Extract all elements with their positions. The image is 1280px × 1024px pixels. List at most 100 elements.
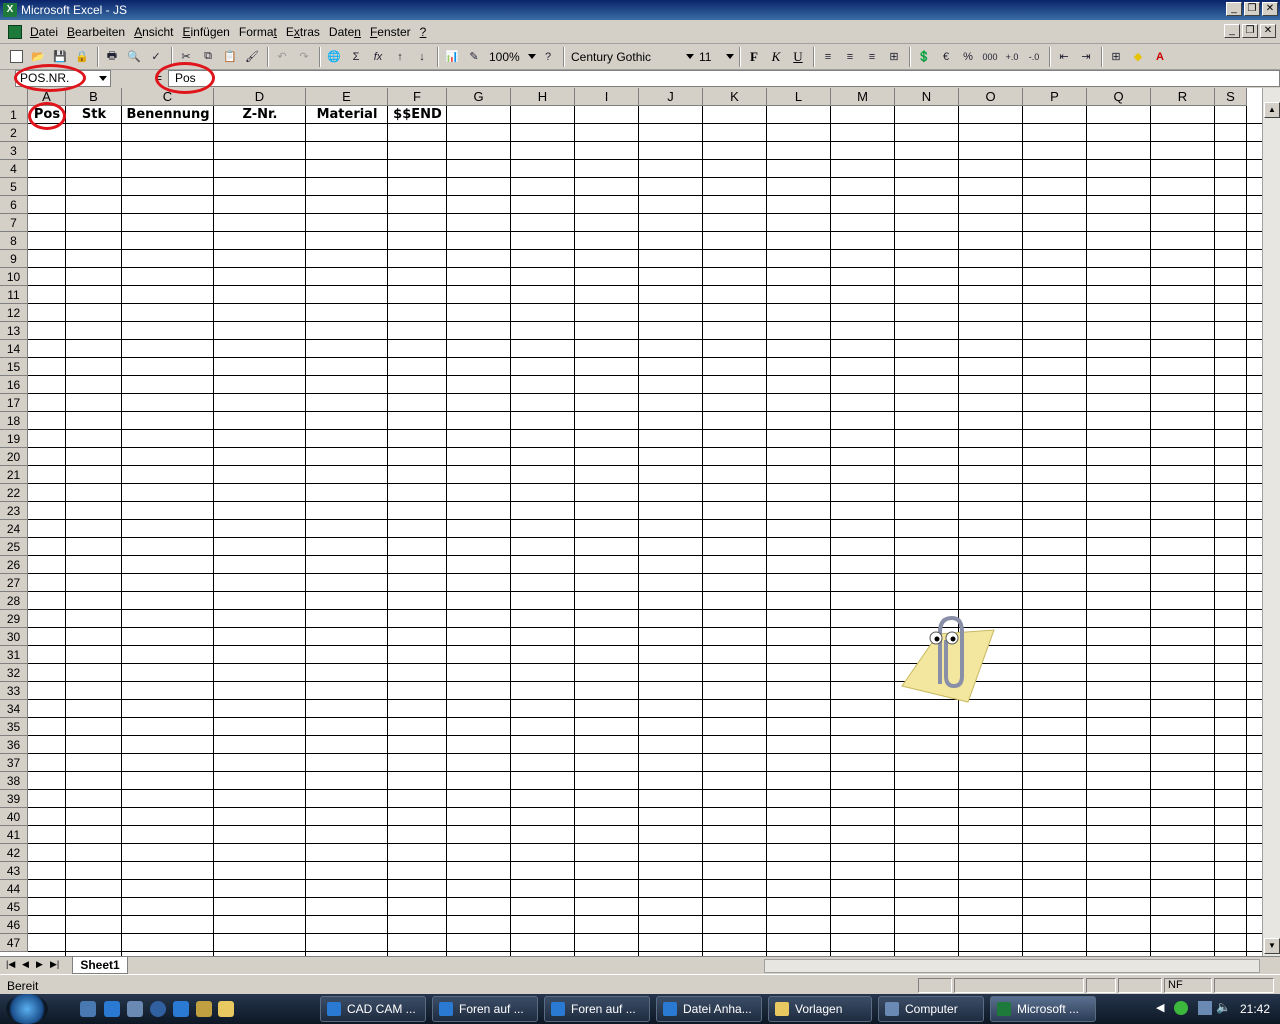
column-header[interactable]: D bbox=[214, 88, 306, 106]
row-header[interactable]: 8 bbox=[0, 232, 28, 250]
prev-sheet-icon[interactable]: ◀ bbox=[22, 959, 29, 970]
row-header[interactable]: 3 bbox=[0, 142, 28, 160]
font-size-select[interactable]: 11 bbox=[696, 47, 736, 66]
font-color-icon[interactable]: A bbox=[1150, 47, 1170, 67]
ie-icon[interactable] bbox=[104, 1001, 120, 1017]
taskbar-button[interactable]: Foren auf ... bbox=[432, 996, 538, 1022]
row-header[interactable]: 25 bbox=[0, 538, 28, 556]
decrease-indent-icon[interactable]: ⇤ bbox=[1054, 47, 1074, 67]
column-header[interactable]: R bbox=[1151, 88, 1215, 106]
start-button[interactable] bbox=[6, 994, 48, 1024]
thousands-icon[interactable]: 000 bbox=[980, 47, 1000, 67]
column-header[interactable]: S bbox=[1215, 88, 1247, 106]
worksheet-grid[interactable]: A B C D E F G H I J K L M N O P Q R S 1 2 3 4 5 6 7 8 9 10 11 12 13 14 15… bbox=[0, 88, 1262, 956]
row-header[interactable]: 29 bbox=[0, 610, 28, 628]
menu-item[interactable]: Ansicht bbox=[134, 25, 173, 39]
function-icon[interactable]: fx bbox=[368, 47, 388, 67]
row-header[interactable]: 45 bbox=[0, 898, 28, 916]
last-sheet-icon[interactable]: ▶| bbox=[50, 959, 59, 970]
column-header[interactable]: I bbox=[575, 88, 639, 106]
scroll-down-icon[interactable]: ▼ bbox=[1264, 938, 1280, 954]
office-assistant-clippy[interactable] bbox=[898, 614, 998, 704]
row-header[interactable]: 27 bbox=[0, 574, 28, 592]
hyperlink-icon[interactable]: 🌐 bbox=[324, 47, 344, 67]
vertical-scrollbar[interactable]: ▲ ▼ bbox=[1262, 88, 1280, 956]
row-header[interactable]: 2 bbox=[0, 124, 28, 142]
row-header[interactable]: 12 bbox=[0, 304, 28, 322]
increase-indent-icon[interactable]: ⇥ bbox=[1076, 47, 1096, 67]
taskbar-button[interactable]: Computer bbox=[878, 996, 984, 1022]
doc-minimize-button[interactable]: _ bbox=[1224, 24, 1240, 38]
column-header[interactable]: L bbox=[767, 88, 831, 106]
font-name-select[interactable]: Century Gothic bbox=[568, 47, 696, 66]
spellcheck-icon[interactable]: ✓ bbox=[146, 47, 166, 67]
row-header[interactable]: 9 bbox=[0, 250, 28, 268]
row-header[interactable]: 31 bbox=[0, 646, 28, 664]
column-header[interactable]: N bbox=[895, 88, 959, 106]
row-header[interactable]: 46 bbox=[0, 916, 28, 934]
sort-descending-icon[interactable]: ↓ bbox=[412, 47, 432, 67]
drawing-icon[interactable]: ✎ bbox=[464, 47, 484, 67]
restore-button[interactable]: ❐ bbox=[1244, 2, 1260, 16]
row-header[interactable]: 18 bbox=[0, 412, 28, 430]
new-icon[interactable] bbox=[6, 47, 26, 67]
row-header[interactable]: 40 bbox=[0, 808, 28, 826]
folder-icon[interactable] bbox=[218, 1001, 234, 1017]
increase-decimal-icon[interactable]: +.0 bbox=[1002, 47, 1022, 67]
help-icon[interactable]: ? bbox=[538, 47, 558, 67]
permission-icon[interactable]: 🔒 bbox=[72, 47, 92, 67]
zoom-select[interactable]: 100% bbox=[486, 47, 538, 66]
row-header[interactable]: 33 bbox=[0, 682, 28, 700]
media-player-icon[interactable] bbox=[150, 1001, 166, 1017]
row-header[interactable]: 24 bbox=[0, 520, 28, 538]
header-cell[interactable]: Stk bbox=[66, 106, 122, 124]
clock[interactable]: 21:42 bbox=[1240, 1002, 1270, 1016]
italic-button[interactable]: K bbox=[766, 47, 786, 67]
bold-button[interactable]: F bbox=[744, 47, 764, 67]
chevron-left-icon[interactable]: ◀ bbox=[1156, 1001, 1164, 1014]
column-header[interactable]: F bbox=[388, 88, 447, 106]
menu-item[interactable]: Bearbeiten bbox=[67, 25, 125, 39]
header-cell[interactable]: Benennung bbox=[122, 106, 214, 124]
menu-item[interactable]: Einfügen bbox=[182, 25, 229, 39]
workbook-icon[interactable] bbox=[8, 24, 22, 39]
show-desktop-icon[interactable] bbox=[80, 1001, 96, 1017]
next-sheet-icon[interactable]: ▶ bbox=[36, 959, 43, 970]
row-header[interactable]: 43 bbox=[0, 862, 28, 880]
row-header[interactable]: 42 bbox=[0, 844, 28, 862]
row-header[interactable]: 10 bbox=[0, 268, 28, 286]
column-header[interactable]: K bbox=[703, 88, 767, 106]
print-icon[interactable]: 🖶 bbox=[102, 47, 122, 67]
autosum-icon[interactable]: Σ bbox=[346, 47, 366, 67]
merge-center-icon[interactable]: ⊞ bbox=[884, 47, 904, 67]
row-header[interactable]: 17 bbox=[0, 394, 28, 412]
row-header[interactable]: 47 bbox=[0, 934, 28, 952]
menu-item[interactable]: Datei bbox=[30, 25, 58, 39]
select-all-corner[interactable] bbox=[0, 88, 28, 106]
row-header[interactable]: 16 bbox=[0, 376, 28, 394]
undo-icon[interactable]: ↶ bbox=[272, 47, 292, 67]
row-header[interactable]: 38 bbox=[0, 772, 28, 790]
row-header[interactable]: 5 bbox=[0, 178, 28, 196]
sheet-tab[interactable]: Sheet1 bbox=[72, 957, 128, 974]
column-header[interactable]: Q bbox=[1087, 88, 1151, 106]
row-header[interactable]: 13 bbox=[0, 322, 28, 340]
decrease-decimal-icon[interactable]: -.0 bbox=[1024, 47, 1044, 67]
format-painter-icon[interactable]: 🖌 bbox=[242, 47, 262, 67]
column-header[interactable]: M bbox=[831, 88, 895, 106]
borders-icon[interactable]: ⊞ bbox=[1106, 47, 1126, 67]
menu-item[interactable]: Fenster bbox=[370, 25, 411, 39]
euro-icon[interactable]: € bbox=[936, 47, 956, 67]
row-header[interactable]: 30 bbox=[0, 628, 28, 646]
taskbar-button[interactable]: Microsoft ... bbox=[990, 996, 1096, 1022]
tool-icon[interactable] bbox=[196, 1001, 212, 1017]
align-left-icon[interactable]: ≡ bbox=[818, 47, 838, 67]
row-header[interactable]: 37 bbox=[0, 754, 28, 772]
tray-icon-green[interactable] bbox=[1174, 1001, 1188, 1015]
row-header[interactable]: 6 bbox=[0, 196, 28, 214]
row-header[interactable]: 4 bbox=[0, 160, 28, 178]
sort-ascending-icon[interactable]: ↑ bbox=[390, 47, 410, 67]
row-header[interactable]: 32 bbox=[0, 664, 28, 682]
row-header[interactable]: 1 bbox=[0, 106, 28, 124]
close-button[interactable]: ✕ bbox=[1262, 2, 1278, 16]
